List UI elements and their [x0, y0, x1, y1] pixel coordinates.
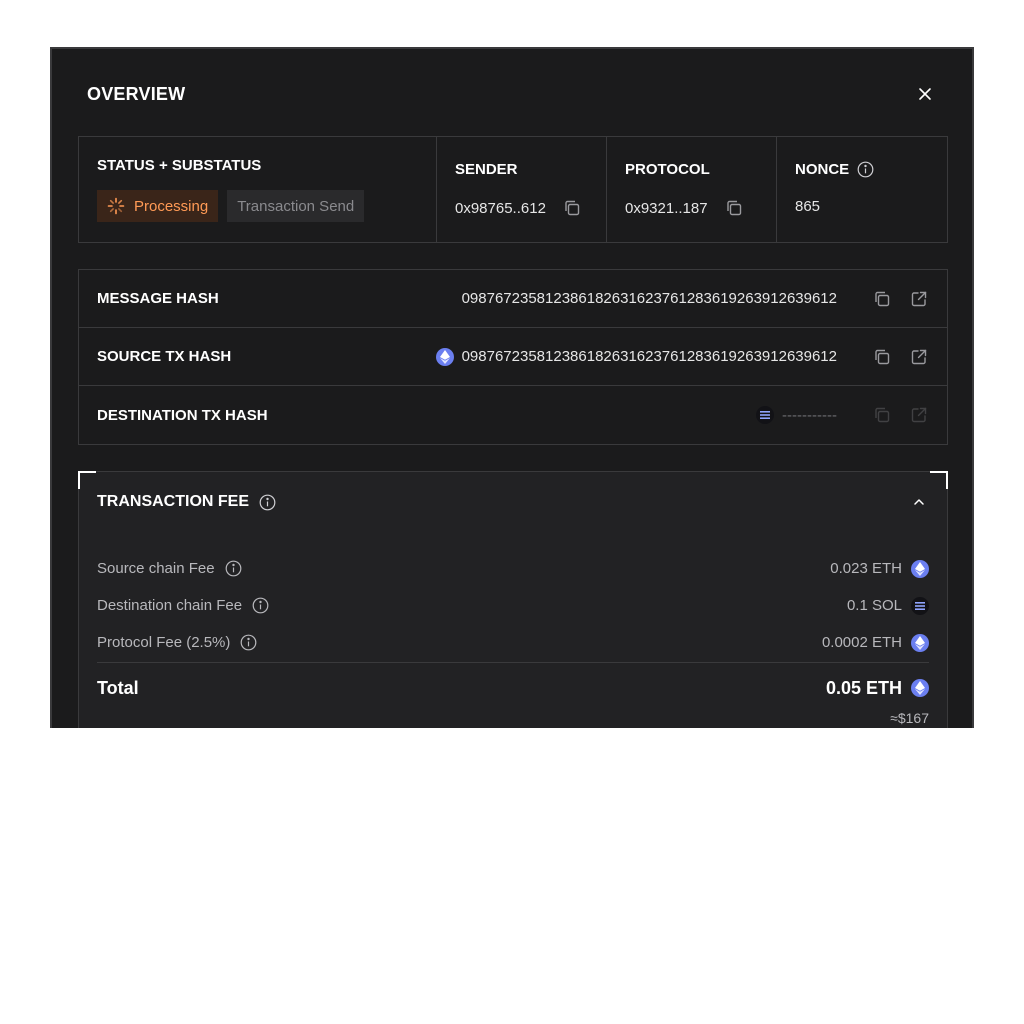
copy-protocol-button[interactable] [724, 198, 744, 218]
external-link-icon [911, 291, 927, 306]
total-row: Total 0.05 ETH [97, 674, 929, 702]
message-hash-label: MESSAGE HASH [97, 290, 219, 307]
eth-icon [911, 633, 929, 652]
info-icon[interactable] [857, 161, 874, 178]
fee-row-protocol: Protocol Fee (2.5%) 0.0002 ETH [97, 624, 929, 661]
focus-corner [930, 471, 948, 489]
fee-row-label: Destination chain Fee [97, 597, 243, 614]
copy-sender-button[interactable] [562, 198, 582, 218]
fee-row-value: 0.1 SOL [846, 597, 902, 614]
sender-address: 0x98765..612 [455, 199, 546, 217]
info-icon[interactable] [240, 634, 257, 651]
info-icon[interactable] [225, 560, 242, 577]
transaction-fee-panel: TRANSACTION FEE Source chain Fee 0.023 E… [78, 471, 948, 728]
nonce-label: NONCE [795, 161, 850, 178]
destination-tx-hash-value: ----------- [782, 406, 837, 424]
total-label: Total [97, 677, 139, 698]
fee-row-label: Source chain Fee [97, 560, 215, 577]
copy-destination-tx-hash-button[interactable] [872, 405, 892, 425]
info-icon[interactable] [259, 494, 276, 511]
chevron-up-icon [914, 499, 924, 505]
external-link-icon [911, 349, 927, 364]
open-destination-tx-hash-button[interactable] [909, 405, 929, 425]
protocol-address: 0x9321..187 [625, 199, 708, 217]
eth-icon [435, 347, 454, 366]
fee-row-value: 0.0002 ETH [821, 634, 902, 651]
info-icon[interactable] [252, 597, 269, 614]
destination-tx-hash-row: DESTINATION TX HASH ----------- [79, 386, 947, 444]
status-badge: Processing [97, 190, 219, 222]
total-value: 0.05 ETH [825, 677, 902, 698]
sender-cell: SENDER 0x98765..612 [437, 137, 607, 242]
source-tx-hash-label: SOURCE TX HASH [97, 348, 232, 365]
status-label: STATUS + SUBSTATUS [97, 157, 262, 174]
copy-icon [875, 291, 890, 306]
close-icon [919, 88, 931, 100]
fee-divider [97, 662, 929, 663]
copy-icon [875, 407, 890, 423]
spinner-icon [107, 197, 125, 215]
message-hash-value: 0987672358123861826316237612836192639126… [461, 290, 837, 307]
source-tx-hash-row: SOURCE TX HASH 0987672358123861826316237… [79, 328, 947, 386]
overview-modal: OVERVIEW STATUS + SUBSTATUS Processing T… [50, 47, 974, 728]
source-tx-hash-value: 0987672358123861826316237612836192639126… [461, 348, 837, 365]
fee-title: TRANSACTION FEE [97, 493, 249, 510]
eth-icon [911, 559, 929, 578]
nonce-value: 865 [795, 198, 821, 215]
total-usd-value: ≈$167 [890, 710, 929, 726]
open-source-tx-hash-button[interactable] [909, 347, 929, 367]
status-cell: STATUS + SUBSTATUS Processing Transactio… [79, 137, 437, 242]
copy-source-tx-hash-button[interactable] [872, 347, 892, 367]
nonce-cell: NONCE 865 [777, 137, 947, 242]
protocol-label: PROTOCOL [625, 161, 710, 178]
substatus-text: Transaction Send [237, 197, 355, 215]
fee-row-source-chain: Source chain Fee 0.023 ETH [97, 550, 929, 587]
eth-icon [911, 679, 929, 697]
fee-row-destination-chain: Destination chain Fee 0.1 SOL [97, 587, 929, 624]
copy-icon [726, 200, 741, 216]
focus-corner [78, 471, 96, 489]
substatus-badge: Transaction Send [227, 190, 365, 222]
transaction-info-grid: STATUS + SUBSTATUS Processing Transactio… [78, 136, 948, 243]
hash-table: MESSAGE HASH 098767235812386182631623761… [78, 269, 948, 445]
copy-message-hash-button[interactable] [872, 289, 892, 309]
message-hash-row: MESSAGE HASH 098767235812386182631623761… [79, 270, 947, 328]
fee-row-label: Protocol Fee (2.5%) [97, 634, 231, 651]
collapse-fee-button[interactable] [909, 492, 929, 512]
sender-label: SENDER [455, 161, 518, 178]
fee-row-value: 0.023 ETH [830, 560, 902, 577]
protocol-cell: PROTOCOL 0x9321..187 [607, 137, 777, 242]
copy-icon [875, 349, 890, 364]
close-button[interactable] [913, 82, 937, 106]
copy-icon [565, 200, 580, 216]
sol-icon [756, 406, 775, 424]
external-link-icon [911, 407, 927, 423]
fee-rows: Source chain Fee 0.023 ETH Destination c… [97, 550, 929, 661]
modal-title: OVERVIEW [87, 83, 186, 104]
open-message-hash-button[interactable] [909, 289, 929, 309]
status-text: Processing [134, 197, 209, 215]
destination-tx-hash-label: DESTINATION TX HASH [97, 406, 268, 424]
sol-icon [911, 596, 929, 615]
fee-header[interactable]: TRANSACTION FEE [97, 490, 929, 514]
modal-header: OVERVIEW [87, 79, 937, 109]
